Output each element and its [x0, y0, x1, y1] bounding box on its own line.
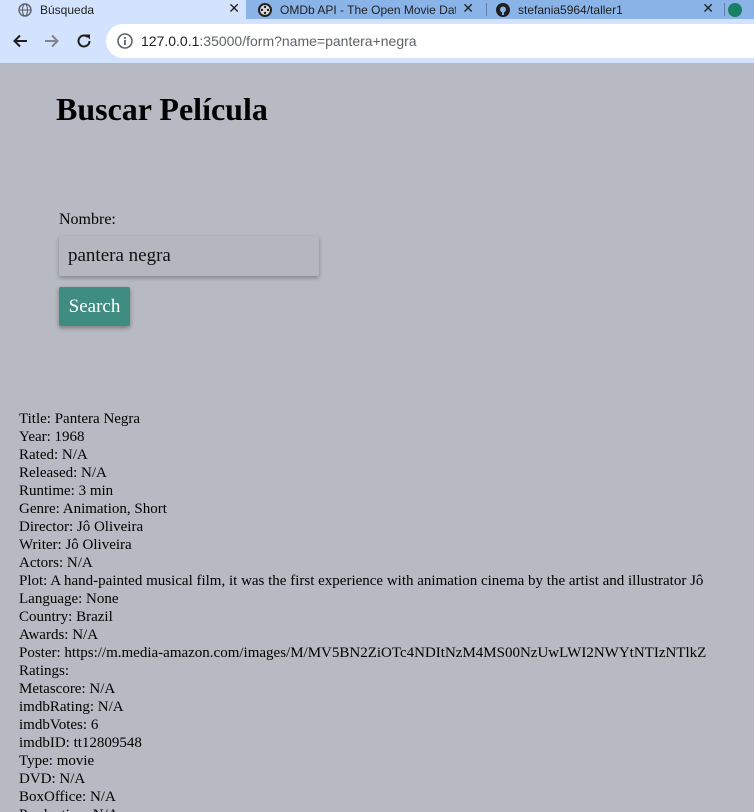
arrow-right-icon: [45, 34, 59, 48]
tab-busqueda[interactable]: Búsqueda ✕: [0, 0, 246, 19]
result-line: imdbRating: N/A: [19, 699, 124, 715]
url-path: :35000/form?name=pantera+negra: [199, 33, 417, 49]
tab-label: OMDb API - The Open Movie Database: [280, 2, 456, 17]
tab-github[interactable]: stefania5964/taller1 ✕: [490, 0, 720, 19]
page-title: Buscar Película: [56, 91, 268, 127]
tab-omdb[interactable]: OMDb API - The Open Movie Database ✕: [250, 0, 480, 19]
result-line: Country: Brazil: [19, 609, 113, 625]
result-line: imdbVotes: 6: [19, 717, 99, 733]
result-line: Title: Pantera Negra: [19, 411, 141, 427]
url-text: 127.0.0.1:35000/form?name=pantera+negra: [141, 33, 417, 49]
result-line: Director: Jô Oliveira: [19, 519, 144, 535]
browser-toolbar: 127.0.0.1:35000/form?name=pantera+negra: [0, 19, 754, 63]
tab-separator: [486, 3, 487, 16]
page-content: Buscar Película Nombre: Search Title: Pa…: [0, 63, 754, 812]
result-line: Genre: Animation, Short: [19, 501, 167, 517]
result-line: Plot: A hand-painted musical film, it wa…: [19, 573, 704, 589]
address-bar[interactable]: 127.0.0.1:35000/form?name=pantera+negra: [106, 24, 754, 58]
back-button[interactable]: [8, 29, 32, 53]
film-reel-icon: [258, 2, 272, 17]
chatgpt-icon: [728, 2, 742, 17]
result-line: BoxOffice: N/A: [19, 789, 116, 805]
movie-details: Title: Pantera Negra Year: 1968 Rated: N/A…: [19, 410, 754, 812]
info-icon[interactable]: [116, 32, 134, 50]
result-line: Runtime: 3 min: [19, 483, 114, 499]
forward-button[interactable]: [40, 29, 64, 53]
globe-icon: [18, 2, 32, 17]
tab-label: stefania5964/taller1: [518, 2, 623, 17]
tab-separator: [724, 3, 725, 16]
result-line: Actors: N/A: [19, 555, 93, 571]
result-line: Awards: N/A: [19, 627, 99, 643]
result-line: Rated: N/A: [19, 447, 88, 463]
github-icon: [496, 2, 510, 17]
reload-button[interactable]: [72, 29, 96, 53]
result-line: imdbID: tt12809548: [19, 735, 142, 751]
result-line: Type: movie: [19, 753, 95, 769]
result-line: Metascore: N/A: [19, 681, 116, 697]
close-icon[interactable]: ✕: [702, 0, 714, 17]
result-line: Production: N/A: [19, 806, 754, 812]
url-host: 127.0.0.1: [141, 33, 200, 49]
result-line: Writer: Jô Oliveira: [19, 537, 132, 553]
tab-bar: Búsqueda ✕ OMDb API - The Open Movie Dat…: [0, 0, 754, 19]
tab-chatgpt[interactable]: [728, 0, 754, 19]
arrow-left-icon: [13, 34, 27, 48]
search-input[interactable]: [59, 236, 319, 276]
close-icon[interactable]: ✕: [462, 0, 474, 17]
close-icon[interactable]: ✕: [228, 0, 240, 17]
result-line: DVD: N/A: [19, 771, 86, 787]
name-label: Nombre:: [59, 211, 116, 228]
tab-label: Búsqueda: [40, 2, 95, 17]
result-line: Poster: https://m.media-amazon.com/image…: [19, 645, 707, 661]
result-line: Language: None: [19, 591, 119, 607]
result-line: Year: 1968: [19, 429, 85, 445]
search-button[interactable]: Search: [59, 287, 130, 326]
result-line: Released: N/A: [19, 465, 107, 481]
result-line: Ratings:: [19, 663, 70, 679]
reload-icon: [77, 34, 91, 48]
